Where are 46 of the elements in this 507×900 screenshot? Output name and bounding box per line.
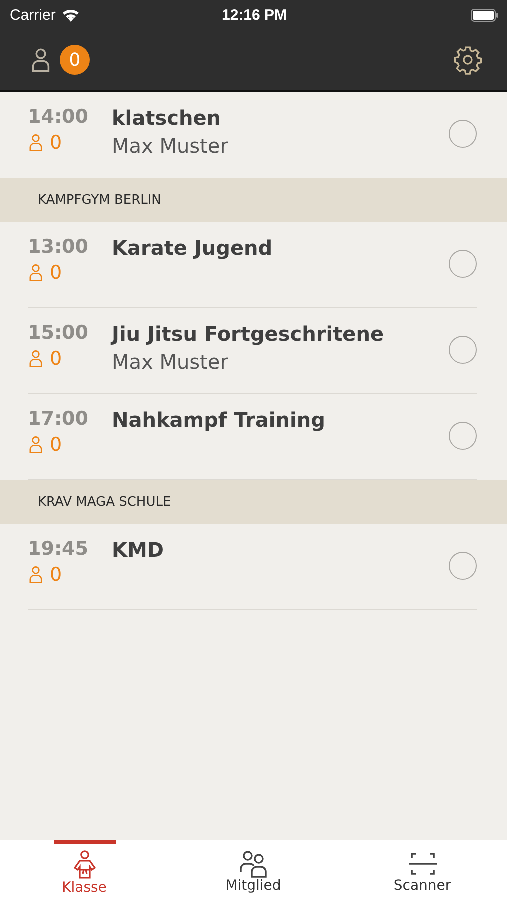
attendee-count: 0	[50, 564, 62, 586]
attendee-count: 0	[50, 348, 62, 370]
attendee-count: 0	[50, 132, 62, 154]
person-icon	[28, 350, 44, 368]
person-icon	[28, 264, 44, 282]
radio-button[interactable]	[449, 250, 477, 278]
people-icon	[238, 850, 268, 878]
class-time: 14:00	[28, 106, 90, 128]
settings-icon[interactable]	[453, 45, 483, 75]
attendee-count: 0	[50, 434, 62, 456]
class-row[interactable]: 15:00 0 Jiu Jitsu Fortgeschritene Max Muster	[28, 308, 477, 394]
scan-icon	[408, 850, 438, 878]
class-time: 19:45	[28, 538, 90, 560]
tab[interactable]: Mitglied	[169, 840, 338, 900]
class-time: 15:00	[28, 322, 90, 344]
radio-button[interactable]	[449, 422, 477, 450]
battery-icon	[471, 8, 500, 22]
radio-button[interactable]	[449, 120, 477, 148]
class-row[interactable]: 19:45 0 KMD	[28, 524, 477, 610]
class-row[interactable]: 14:00 0 klatschen Max Muster	[28, 92, 477, 178]
class-title: KMD	[112, 538, 166, 562]
carrier-label: Carrier	[10, 6, 56, 24]
section-header: KRAV MAGA SCHULE	[0, 480, 507, 524]
class-row[interactable]: 13:00 0 Karate Jugend	[28, 222, 477, 308]
class-time: 13:00	[28, 236, 90, 258]
clock: 12:16 PM	[222, 6, 288, 24]
section-header: KAMPFGYM BERLIN	[0, 178, 507, 222]
person-icon	[28, 566, 44, 584]
instructor-name: Max Muster	[112, 350, 230, 374]
count-badge: 0	[60, 45, 90, 75]
wifi-icon	[62, 8, 80, 22]
attendee-count: 0	[50, 262, 62, 284]
class-title: Karate Jugend	[112, 236, 274, 260]
class-time: 17:00	[28, 408, 90, 430]
person-icon	[28, 134, 44, 152]
person-icon	[28, 436, 44, 454]
radio-button[interactable]	[449, 336, 477, 364]
instructor-name: Max Muster	[112, 134, 230, 158]
tab[interactable]: Scanner	[338, 840, 507, 900]
person-icon	[30, 48, 52, 72]
class-title: klatschen	[112, 106, 222, 130]
tab[interactable]: Klasse	[0, 840, 169, 900]
class-title: Jiu Jitsu Fortgeschritene	[112, 322, 386, 346]
karate-figure-icon	[72, 850, 98, 880]
class-title: Nahkampf Training	[112, 408, 326, 432]
radio-button[interactable]	[449, 552, 477, 580]
